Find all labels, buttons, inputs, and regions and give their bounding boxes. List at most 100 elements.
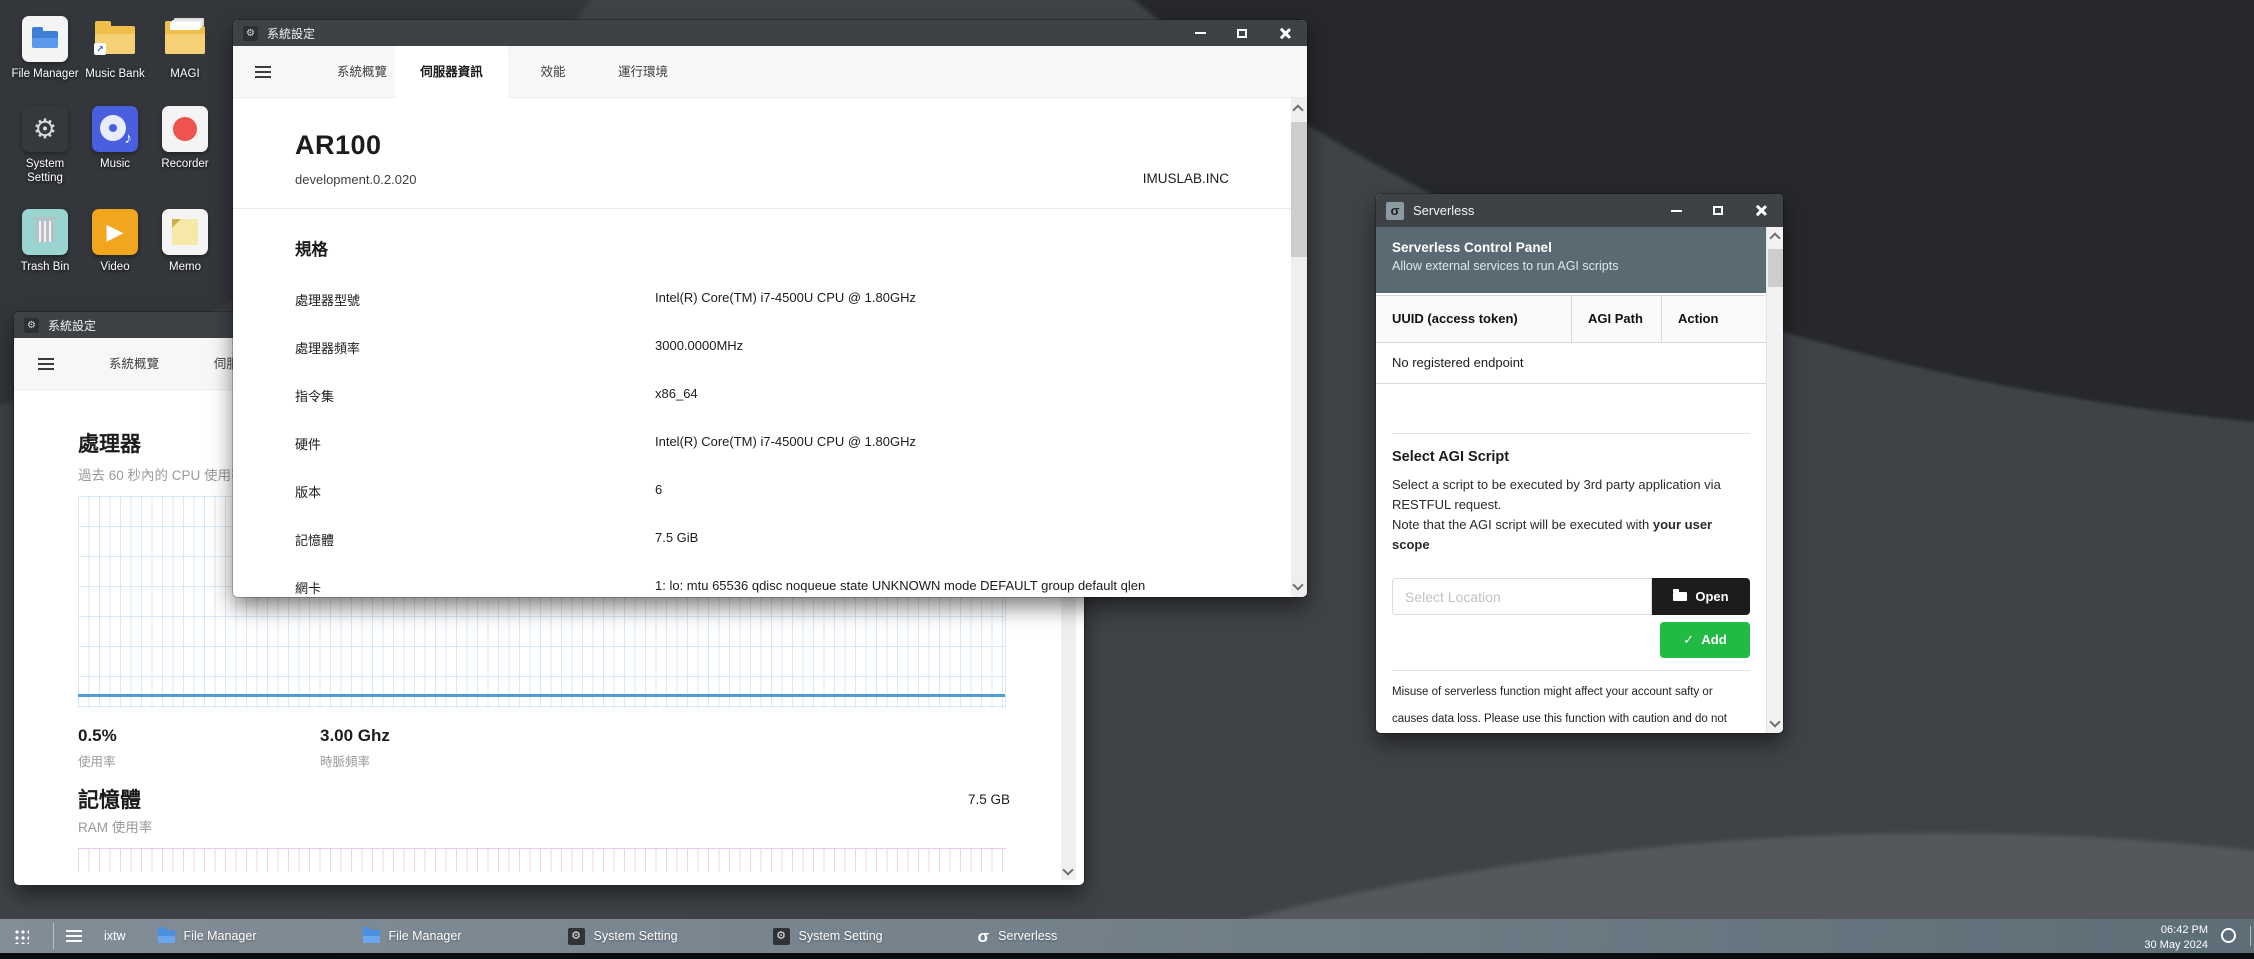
column-header-agi-path: AGI Path — [1572, 296, 1662, 342]
play-icon: ▶ — [92, 209, 138, 255]
desktop-icon-recorder[interactable]: Recorder — [150, 106, 220, 186]
desktop-icon-label: Video — [80, 261, 150, 275]
window-controls — [1193, 26, 1297, 40]
serverless-content: Serverless Control Panel Allow external … — [1376, 227, 1766, 733]
scrollbar-vertical[interactable] — [1766, 227, 1783, 733]
window-controls — [1669, 204, 1773, 218]
minimize-icon[interactable] — [1193, 26, 1207, 40]
taskbar-item-system-setting-2[interactable]: ⚙ System Setting — [773, 928, 978, 945]
cpu-usage-line — [78, 694, 1005, 697]
spec-label: 網卡 — [295, 578, 321, 597]
host-vendor: IMUSLAB.INC — [1143, 171, 1229, 186]
scroll-up-icon[interactable] — [1769, 232, 1780, 243]
gear-icon: ⚙ — [243, 26, 258, 41]
scrollbar-vertical[interactable] — [1291, 98, 1307, 597]
scrollbar-thumb[interactable] — [1291, 122, 1307, 257]
spec-label: 處理器頻率 — [295, 338, 360, 357]
show-desktop-edge[interactable] — [2250, 926, 2251, 946]
tab-server-info[interactable]: 伺服器資訊 — [395, 46, 508, 98]
spec-row: 處理器頻率 3000.0000MHz — [233, 338, 1277, 358]
desktop-icon-video[interactable]: ▶ Video — [80, 209, 150, 275]
tab-system-overview[interactable]: 系統概覽 — [329, 46, 395, 98]
scrollbar-thumb[interactable] — [1768, 249, 1783, 287]
spec-label: 指令集 — [295, 386, 334, 405]
script-location-input[interactable] — [1392, 578, 1652, 615]
desktop-icon-system-setting[interactable]: ⚙ System Setting — [10, 106, 80, 186]
tab-system-overview[interactable]: 系統概覽 — [84, 338, 184, 390]
window-title: Serverless — [1413, 203, 1669, 218]
clock-date: 30 May 2024 — [2144, 938, 2208, 953]
divider — [233, 208, 1291, 209]
titlebar[interactable]: σ Serverless — [1376, 194, 1783, 227]
minimize-icon[interactable] — [1669, 204, 1683, 218]
desktop-icon-trash-bin[interactable]: Trash Bin — [10, 209, 80, 275]
gear-icon: ⚙ — [773, 928, 790, 945]
spec-value: 1: lo: mtu 65536 qdisc noqueue state UNK… — [655, 578, 1145, 593]
add-button[interactable]: ✓ Add — [1660, 622, 1750, 658]
scroll-down-icon[interactable] — [1292, 579, 1303, 590]
hostname: AR100 — [295, 130, 382, 161]
scroll-up-icon[interactable] — [1292, 104, 1303, 115]
taskbar-item-serverless[interactable]: σ Serverless — [978, 928, 1183, 945]
gear-icon: ⚙ — [568, 928, 585, 945]
desktop-icon-file-manager[interactable]: File Manager — [10, 16, 80, 82]
spec-row: 處理器型號 Intel(R) Core(TM) i7-4500U CPU @ 1… — [233, 290, 1277, 310]
music-disc-icon: ♪ — [92, 106, 138, 152]
window-system-setting-server-info: ⚙ 系統設定 系統概覽 伺服器資訊 效能 運行環境 AR100 developm… — [233, 20, 1307, 597]
table-empty-row: No registered endpoint — [1376, 343, 1766, 384]
shortcut-folder-icon: ↗ — [92, 16, 138, 62]
panel-header: Serverless Control Panel Allow external … — [1376, 227, 1766, 293]
desktop-icon-magi[interactable]: MAGI — [150, 16, 220, 82]
taskbar-item-label: File Manager — [389, 929, 462, 943]
scroll-down-icon[interactable] — [1062, 864, 1073, 875]
maximize-icon[interactable] — [1235, 26, 1249, 40]
taskbar-item-file-manager-2[interactable]: File Manager — [363, 929, 568, 943]
spec-section-title: 規格 — [295, 236, 328, 260]
taskbar-item-system-setting[interactable]: ⚙ System Setting — [568, 928, 773, 945]
spec-label: 版本 — [295, 482, 321, 501]
record-icon — [162, 106, 208, 152]
tab-performance[interactable]: 效能 — [523, 46, 583, 98]
desktop-icon-music[interactable]: ♪ Music — [80, 106, 150, 186]
spec-row: 記憶體 7.5 GiB — [233, 530, 1277, 550]
maximize-icon[interactable] — [1711, 204, 1725, 218]
desktop-icon-music-bank[interactable]: ↗ Music Bank — [80, 16, 150, 82]
clock-time: 06:42 PM — [2144, 923, 2208, 938]
gear-icon: ⚙ — [22, 106, 68, 152]
spec-label: 硬件 — [295, 434, 321, 453]
spec-value: 7.5 GiB — [655, 530, 698, 545]
spec-value: x86_64 — [655, 386, 698, 401]
open-button[interactable]: Open — [1652, 578, 1750, 615]
desktop-icon-memo[interactable]: Memo — [150, 209, 220, 275]
description-main: Select a script to be executed by 3rd pa… — [1392, 477, 1721, 512]
ram-heading: 記憶體 — [78, 784, 141, 814]
status-ring-icon[interactable] — [2221, 928, 2236, 943]
ram-total-value: 7.5 GB — [968, 792, 1010, 807]
taskbar-hostname: ixtw — [104, 929, 126, 943]
panel-title: Serverless Control Panel — [1392, 240, 1750, 255]
taskbar-menu-icon[interactable] — [66, 930, 82, 942]
desktop-icon-label: Recorder — [150, 158, 220, 172]
serverless-sigma-icon: σ — [1386, 202, 1404, 220]
taskbar-clock[interactable]: 06:42 PM 30 May 2024 — [2144, 923, 2208, 953]
spec-row: 版本 6 — [233, 482, 1277, 502]
titlebar[interactable]: ⚙ 系統設定 — [233, 20, 1307, 46]
scroll-down-icon[interactable] — [1769, 716, 1780, 727]
gear-icon: ⚙ — [24, 318, 39, 333]
desktop-icon-label: File Manager — [10, 68, 80, 82]
cpu-subtitle: 過去 60 秒內的 CPU 使用率 — [78, 464, 245, 484]
close-icon[interactable] — [1277, 26, 1291, 40]
close-icon[interactable] — [1753, 204, 1767, 218]
taskbar-divider — [53, 923, 54, 949]
spec-value: 3000.0000MHz — [655, 338, 743, 353]
taskbar-item-file-manager[interactable]: File Manager — [158, 929, 363, 943]
app-launcher-grid-icon[interactable] — [14, 929, 29, 944]
tab-runtime[interactable]: 運行環境 — [593, 46, 693, 98]
menu-icon[interactable] — [255, 66, 271, 78]
cpu-usage-label: 使用率 — [78, 751, 116, 770]
file-manager-icon — [22, 16, 68, 62]
cpu-heading: 處理器 — [78, 428, 141, 458]
menu-icon[interactable] — [38, 358, 54, 370]
spec-label: 記憶體 — [295, 530, 334, 549]
taskbar-item-label: Serverless — [998, 929, 1057, 943]
